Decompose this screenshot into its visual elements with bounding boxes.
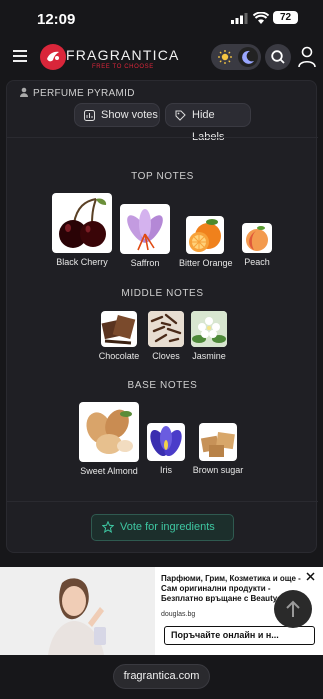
note-label: Sweet Almond xyxy=(80,466,138,476)
brown-sugar-image xyxy=(199,423,237,461)
arrow-up-icon xyxy=(286,600,300,617)
flower-icon xyxy=(47,51,59,62)
note-chocolate[interactable]: Chocolate xyxy=(95,311,143,361)
note-brown-sugar[interactable]: Brown sugar xyxy=(192,423,244,475)
note-label: Iris xyxy=(160,465,172,475)
brand-name[interactable]: FRAGRANTICA xyxy=(66,47,180,63)
pyramid-heading: PERFUME PYRAMID xyxy=(19,87,135,99)
note-cloves[interactable]: Cloves xyxy=(147,311,185,361)
user-icon[interactable] xyxy=(297,46,317,68)
note-black-cherry[interactable]: Black Cherry xyxy=(51,193,113,267)
close-icon[interactable] xyxy=(305,571,316,582)
pyramid-heading-text: PERFUME PYRAMID xyxy=(33,88,135,99)
tag-icon xyxy=(175,110,186,121)
middle-notes-title: MIDDLE NOTES xyxy=(121,288,204,299)
battery-indicator: 72 xyxy=(273,11,298,24)
fragrantica-logo[interactable] xyxy=(40,44,66,70)
note-label: Chocolate xyxy=(98,351,140,361)
note-label: Peach xyxy=(244,257,270,267)
hide-labels-button[interactable]: Hide Labels xyxy=(165,103,251,143)
menu-icon[interactable] xyxy=(13,50,27,62)
peach-image xyxy=(242,223,272,253)
scroll-to-top-button[interactable] xyxy=(274,590,312,628)
perfume-pyramid-card: PERFUME PYRAMID Show votes Hide Labels T… xyxy=(6,80,318,553)
black-cherry-image xyxy=(52,193,112,253)
note-jasmine[interactable]: Jasmine xyxy=(189,311,229,361)
divider xyxy=(7,501,318,502)
signal-icon xyxy=(231,13,248,24)
pyramid-icon xyxy=(20,87,28,97)
note-label: Cloves xyxy=(152,351,180,361)
divider xyxy=(7,137,318,138)
note-label: Jasmine xyxy=(192,351,226,361)
iris-image xyxy=(147,423,185,461)
theme-toggle[interactable] xyxy=(211,44,261,70)
url-bar[interactable]: fragrantica.com xyxy=(113,664,210,689)
ad-image[interactable] xyxy=(0,567,155,655)
ad-cta-button[interactable]: Поръчайте онлайн и н... xyxy=(164,626,315,645)
note-sweet-almond[interactable]: Sweet Almond xyxy=(78,402,140,476)
sweet-almond-image xyxy=(79,402,139,462)
bar-chart-icon xyxy=(84,110,95,121)
status-time: 12:09 xyxy=(37,11,76,28)
moon-icon xyxy=(238,47,258,67)
show-votes-label: Show votes xyxy=(101,109,158,121)
vote-for-ingredients-button[interactable]: Vote for ingredients xyxy=(91,514,234,541)
sun-icon xyxy=(218,50,232,64)
note-label: Brown sugar xyxy=(192,465,244,475)
chocolate-image xyxy=(101,311,137,347)
vote-label: Vote for ingredients xyxy=(120,521,215,533)
ad-domain: douglas.bg xyxy=(161,611,196,618)
search-button[interactable] xyxy=(265,44,291,70)
saffron-image xyxy=(120,204,170,254)
jasmine-image xyxy=(191,311,227,347)
brand-tagline: FREE TO CHOOSE xyxy=(92,64,154,70)
note-bitter-orange[interactable]: Bitter Orange xyxy=(179,216,233,268)
note-iris[interactable]: Iris xyxy=(146,423,186,475)
note-label: Bitter Orange xyxy=(179,258,233,268)
base-notes-title: BASE NOTES xyxy=(127,380,198,391)
show-votes-button[interactable]: Show votes xyxy=(74,103,160,127)
bitter-orange-image xyxy=(186,216,224,254)
top-notes-title: TOP NOTES xyxy=(131,171,194,182)
note-label: Saffron xyxy=(130,258,160,268)
note-label: Black Cherry xyxy=(56,257,108,267)
note-peach[interactable]: Peach xyxy=(237,223,277,267)
star-icon xyxy=(102,521,114,533)
search-icon xyxy=(271,50,285,64)
note-saffron[interactable]: Saffron xyxy=(119,204,171,268)
cloves-image xyxy=(148,311,184,347)
wifi-icon xyxy=(253,12,269,24)
status-bar: 12:09 72 xyxy=(0,0,323,38)
